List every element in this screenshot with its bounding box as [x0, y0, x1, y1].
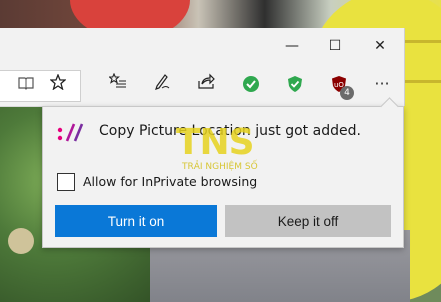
favorites-list-icon[interactable] [106, 72, 130, 96]
ublock-badge: 4 [340, 86, 354, 100]
minimize-button[interactable]: — [282, 36, 302, 56]
inprivate-checkbox-label[interactable]: Allow for InPrivate browsing [83, 174, 257, 189]
popup-message: Copy Picture Location just got added. [99, 123, 361, 139]
shield-icon[interactable] [286, 75, 304, 93]
share-icon[interactable] [194, 72, 218, 96]
more-menu-button[interactable]: ··· [370, 72, 394, 96]
book-icon[interactable] [14, 73, 38, 97]
browser-toolbar: uO 4 ··· [0, 64, 404, 107]
maximize-button[interactable]: ☐ [325, 36, 345, 56]
inprivate-checkbox[interactable] [57, 173, 75, 191]
address-bar[interactable] [0, 70, 81, 102]
turn-it-on-button[interactable]: Turn it on [55, 205, 217, 237]
pen-icon[interactable] [150, 72, 174, 96]
close-button[interactable]: ✕ [370, 36, 390, 56]
star-icon[interactable] [46, 73, 70, 97]
keep-it-off-button[interactable]: Keep it off [225, 205, 391, 237]
extension-added-popup: Copy Picture Location just got added. Al… [42, 97, 404, 248]
check-circle-icon[interactable] [242, 75, 260, 93]
browser-window: — ☐ ✕ uO 4 ··· [0, 28, 405, 107]
title-bar: — ☐ ✕ [0, 28, 404, 64]
extension-logo-icon [57, 121, 91, 143]
